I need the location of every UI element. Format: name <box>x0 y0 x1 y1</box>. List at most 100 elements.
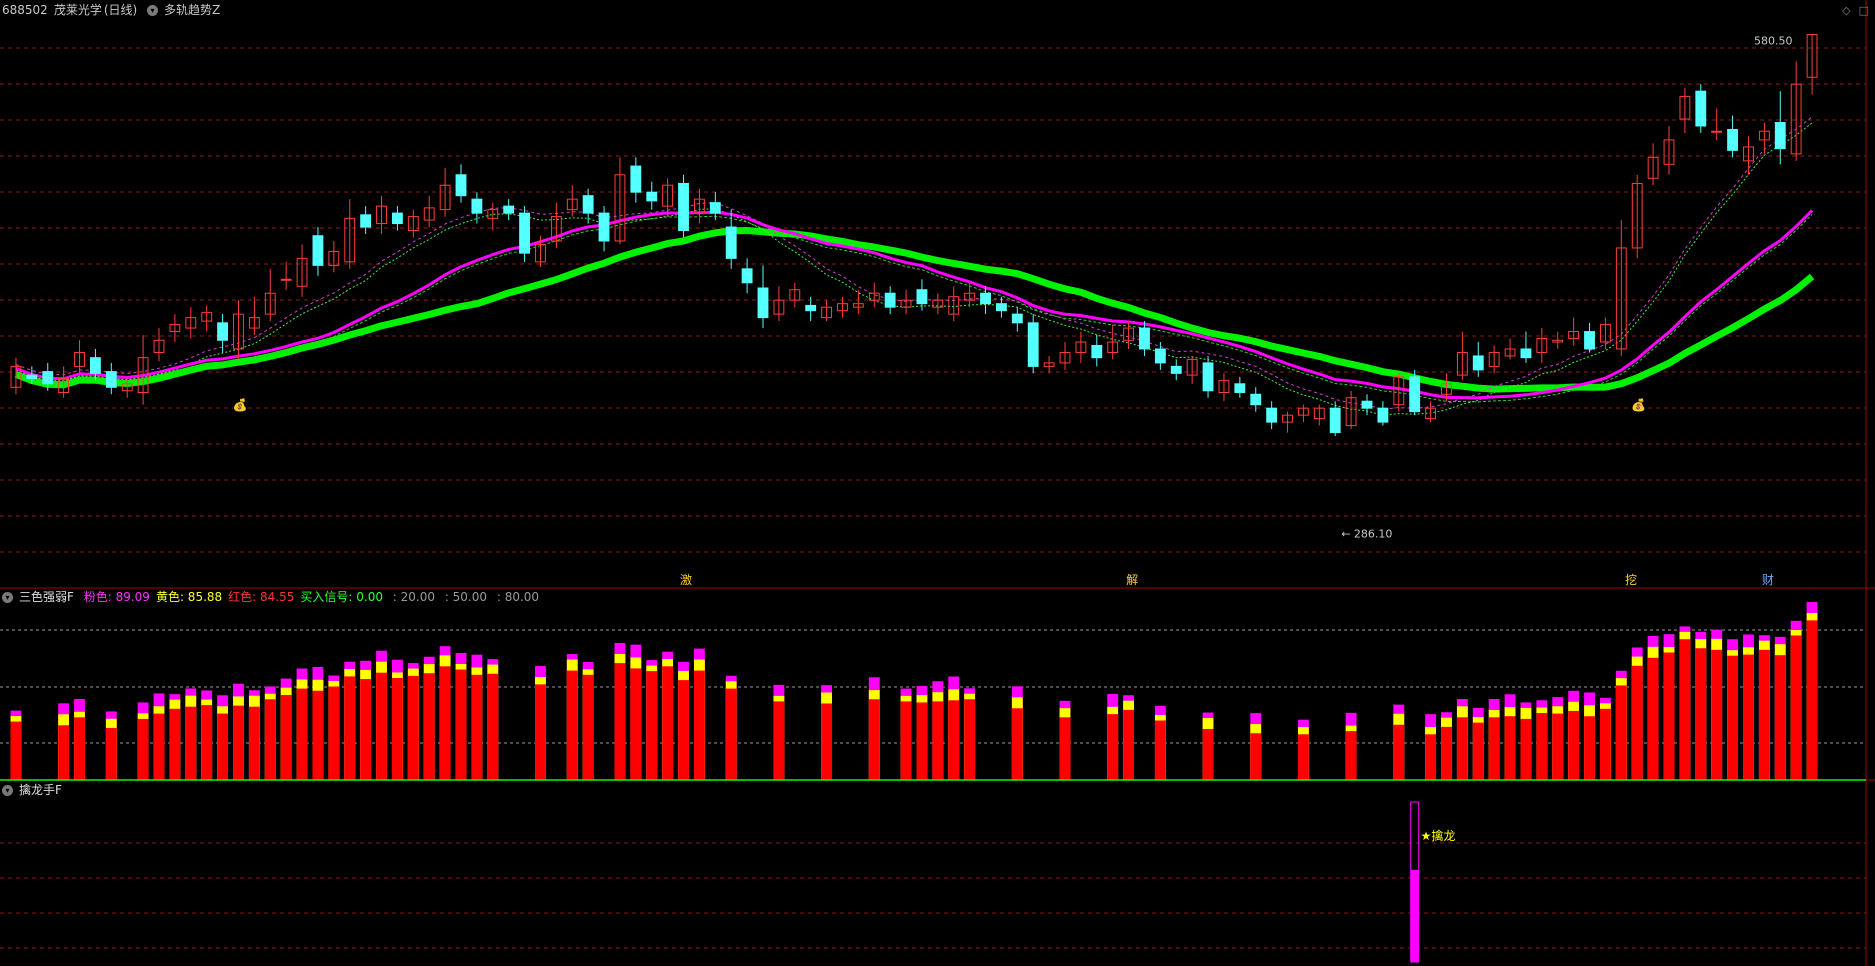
strength-bar-red <box>137 718 149 780</box>
candle-body <box>360 214 372 228</box>
strength-bar-red <box>821 703 833 780</box>
candle-body <box>995 303 1007 312</box>
candle-body <box>805 304 817 312</box>
strength-bar-red <box>1297 734 1309 780</box>
chevron-down-icon[interactable]: ▾ <box>147 5 159 16</box>
strength-bar-red <box>1123 709 1135 780</box>
main-indicator-name[interactable]: 多轨趋势Z <box>164 3 220 17</box>
window-controls: ◇ □ <box>1834 4 1869 17</box>
strength-bar-red <box>1059 717 1071 780</box>
strength-bar-red <box>1663 652 1675 780</box>
strength-bar-red <box>948 700 960 780</box>
strength-bar-red <box>1393 724 1405 780</box>
candle-body <box>757 287 769 319</box>
panel2-value-1: 黄色: 85.88 <box>155 590 223 604</box>
strength-bar-red <box>1504 716 1516 780</box>
panel2-value-5: : 50.00 <box>441 590 488 604</box>
strength-bar-red <box>1584 716 1595 780</box>
candle-body <box>1520 348 1532 359</box>
panel3-indicator-name[interactable]: 擒龙手F <box>19 783 62 797</box>
candle-body <box>646 191 658 202</box>
strength-bar-red <box>264 699 276 780</box>
candle-body <box>678 182 689 232</box>
strength-bar-red <box>932 701 944 780</box>
strength-bar-red <box>725 688 737 780</box>
strength-bar-red <box>1441 726 1452 780</box>
main-panel-header: 688502 茂莱光学 (日线) ▾ 多轨趋势Z <box>2 2 226 18</box>
candle-body <box>709 202 721 214</box>
panel2-header: ▾ 三色强弱F 粉色: 89.09 黄色: 85.88 红色: 84.55 买入信号: … <box>2 589 551 605</box>
event-marker: 激 <box>680 573 692 587</box>
chevron-down-icon[interactable]: ▾ <box>2 592 13 603</box>
strength-bar-red <box>233 705 244 780</box>
panel2-value-2: 红色: 84.55 <box>228 590 295 604</box>
strength-bar-red <box>1520 718 1532 780</box>
candle-body <box>1584 331 1595 350</box>
diamond-icon[interactable]: ◇ <box>1842 4 1850 17</box>
candle-body <box>519 212 531 254</box>
strength-bar-red <box>1202 728 1214 780</box>
candle-body <box>1234 383 1246 394</box>
panel3-header: ▾ 擒龙手F <box>2 782 68 798</box>
strength-bar-red <box>296 688 308 780</box>
strength-bar-red <box>1758 649 1770 780</box>
strength-bar-red <box>1727 655 1739 780</box>
strength-bar-red <box>1679 639 1691 780</box>
strength-bar-red <box>900 701 912 780</box>
strength-bar-red <box>693 670 705 780</box>
candle-body <box>582 195 594 214</box>
strength-bar-red <box>1425 734 1437 780</box>
candle-body <box>471 198 483 214</box>
strength-bar-red <box>1647 657 1659 780</box>
strength-bar-red <box>105 727 117 780</box>
chevron-down-icon[interactable]: ▾ <box>2 785 13 796</box>
strength-bar-red <box>185 706 197 780</box>
strength-bar-red <box>58 725 70 780</box>
strength-bar-red <box>10 721 22 780</box>
strength-bar-red <box>678 680 689 780</box>
strength-bar-red <box>217 713 229 780</box>
candle-body <box>1202 362 1214 392</box>
strength-bar-red <box>391 677 403 780</box>
strength-bar-red <box>1472 722 1484 780</box>
strength-bar-red <box>614 663 626 780</box>
strength-bar-red <box>964 699 976 780</box>
strength-bar-red <box>169 708 181 780</box>
strength-bar-red <box>1774 655 1786 780</box>
candle-body <box>1774 122 1786 150</box>
candle-body <box>1727 128 1739 151</box>
candle-body <box>1139 327 1150 350</box>
chart-period: (日线) <box>103 3 138 17</box>
signal-bar <box>1410 870 1419 962</box>
strength-bar-red <box>439 666 451 780</box>
candle-body <box>1711 130 1723 133</box>
strength-bar-red <box>1711 649 1723 780</box>
strength-bar-red <box>535 684 546 780</box>
strength-bar-red <box>471 674 483 780</box>
panel2-indicator-name[interactable]: 三色强弱F <box>19 590 74 604</box>
square-icon[interactable]: □ <box>1859 4 1869 17</box>
stock-code: 688502 <box>2 3 48 17</box>
event-marker: 财 <box>1762 573 1774 587</box>
candle-body <box>1170 365 1182 374</box>
strength-bar-red <box>582 674 594 780</box>
panel2-value-3: 买入信号: 0.00 <box>300 590 383 604</box>
strength-bar-red <box>312 690 324 780</box>
strength-bar-red <box>1631 665 1643 780</box>
strength-bar-red <box>360 679 372 780</box>
strength-bar-red <box>248 706 260 780</box>
candle-body <box>217 322 229 341</box>
strength-bar-red <box>1107 714 1119 780</box>
strength-bar-red <box>328 686 340 780</box>
candle-body <box>503 205 515 214</box>
candle-body <box>312 235 324 266</box>
strength-bar-red <box>1536 713 1548 780</box>
strength-bar-red <box>1488 717 1500 780</box>
signal-label: ★擒龙 <box>1421 828 1456 843</box>
candle-body <box>980 292 991 305</box>
candle-body <box>598 212 610 242</box>
trend-line <box>15 122 1813 416</box>
trend-band-green <box>14 226 1815 393</box>
strength-bar-red <box>407 675 419 780</box>
candle-body <box>1011 313 1023 324</box>
